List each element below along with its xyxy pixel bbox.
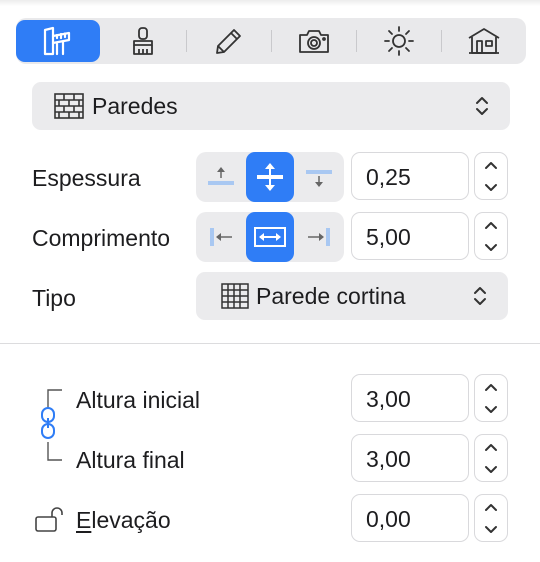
- elevacao-input[interactable]: [366, 505, 462, 533]
- espessura-input[interactable]: [366, 163, 462, 191]
- espessura-decrement[interactable]: [475, 176, 507, 199]
- chevron-up-icon: [485, 443, 497, 451]
- altura-inicial-field[interactable]: [351, 374, 469, 422]
- chevron-down-icon: [485, 243, 497, 251]
- wall-measure-icon: [43, 26, 71, 56]
- top-shadow: [0, 0, 540, 6]
- comprimento-label: Comprimento: [32, 225, 171, 251]
- tipo-label: Tipo: [32, 285, 76, 311]
- comprimento-increment[interactable]: [475, 213, 507, 236]
- chevron-down-icon: [485, 465, 497, 473]
- chevron-up-icon: [485, 503, 497, 511]
- altura-inicial-stepper[interactable]: [474, 374, 508, 422]
- comprimento-stepper[interactable]: [474, 212, 508, 260]
- chevron-up-down-icon: [476, 97, 488, 115]
- comprimento-decrement[interactable]: [475, 236, 507, 259]
- elevacao-field[interactable]: [351, 494, 469, 542]
- brush-icon: [133, 27, 153, 55]
- tab-materials[interactable]: [101, 20, 185, 62]
- comprimento-alignment-control: [196, 212, 344, 262]
- chevron-up-icon: [485, 161, 497, 169]
- align-center-icon: [257, 163, 283, 191]
- align-left-icon: [210, 228, 232, 246]
- elevacao-label-rest: levação: [91, 507, 171, 533]
- tab-measure-tool[interactable]: [16, 20, 100, 62]
- brick-wall-icon: [54, 93, 84, 119]
- align-right-segment[interactable]: [295, 212, 343, 262]
- tab-light[interactable]: [357, 20, 441, 62]
- altura-final-increment[interactable]: [475, 435, 507, 458]
- chevron-up-icon: [485, 383, 497, 391]
- category-select[interactable]: Paredes: [32, 82, 510, 130]
- align-middle-segment[interactable]: [246, 212, 294, 262]
- elevacao-increment[interactable]: [475, 495, 507, 518]
- tab-building[interactable]: [442, 20, 526, 62]
- espessura-field[interactable]: [351, 152, 469, 200]
- altura-inicial-increment[interactable]: [475, 375, 507, 398]
- elevacao-stepper[interactable]: [474, 494, 508, 542]
- chevron-down-icon: [485, 525, 497, 533]
- espessura-stepper[interactable]: [474, 152, 508, 200]
- align-top-segment[interactable]: [197, 152, 245, 202]
- altura-final-input[interactable]: [366, 445, 462, 473]
- category-label: Paredes: [92, 93, 178, 119]
- align-bottom-icon: [306, 170, 332, 187]
- align-middle-icon: [254, 227, 286, 247]
- comprimento-input[interactable]: [366, 223, 462, 251]
- altura-final-decrement[interactable]: [475, 458, 507, 481]
- align-right-icon: [308, 228, 330, 246]
- tipo-value: Parede cortina: [256, 283, 406, 309]
- chevron-down-icon: [485, 183, 497, 191]
- sun-icon: [384, 26, 414, 56]
- elevacao-decrement[interactable]: [475, 518, 507, 541]
- elevacao-label-mnemonic: E: [76, 507, 92, 533]
- align-center-segment[interactable]: [246, 152, 294, 202]
- section-divider: [0, 343, 540, 344]
- espessura-alignment-control: [196, 152, 344, 202]
- altura-final-field[interactable]: [351, 434, 469, 482]
- unlock-icon[interactable]: [34, 506, 68, 534]
- espessura-increment[interactable]: [475, 153, 507, 176]
- altura-inicial-decrement[interactable]: [475, 398, 507, 421]
- altura-final-label: Altura final: [76, 447, 185, 473]
- height-link-bracket: [41, 389, 62, 461]
- pencil-icon: [216, 29, 241, 54]
- curtain-wall-icon: [221, 283, 249, 309]
- chevron-up-icon: [485, 221, 497, 229]
- altura-inicial-input[interactable]: [366, 385, 462, 413]
- camera-icon: [299, 30, 329, 53]
- comprimento-field[interactable]: [351, 212, 469, 260]
- building-icon: [468, 28, 500, 54]
- altura-inicial-label: Altura inicial: [76, 387, 200, 413]
- chevron-down-icon: [485, 405, 497, 413]
- tab-camera[interactable]: [272, 20, 356, 62]
- align-left-segment[interactable]: [197, 212, 245, 262]
- inspector-toolbar: [16, 18, 526, 64]
- align-top-icon: [208, 167, 234, 185]
- align-bottom-segment[interactable]: [295, 152, 343, 202]
- tipo-select[interactable]: Parede cortina: [196, 272, 508, 320]
- elevacao-label: Elevação: [76, 507, 171, 534]
- tab-edit[interactable]: [187, 20, 271, 62]
- espessura-label: Espessura: [32, 165, 141, 191]
- chevron-up-down-icon: [474, 287, 486, 305]
- altura-final-stepper[interactable]: [474, 434, 508, 482]
